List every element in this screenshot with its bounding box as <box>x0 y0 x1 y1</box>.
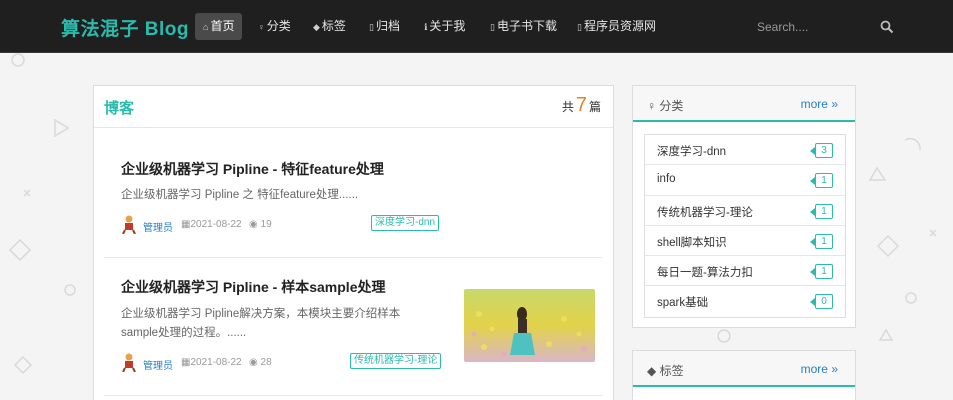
post-title[interactable]: 企业级机器学习 Pipline - 样本sample处理 <box>121 277 385 297</box>
eye-icon: ◉ <box>249 219 261 230</box>
double-chevron-right-icon: » <box>831 362 838 376</box>
category-more-link[interactable]: more » <box>801 97 838 111</box>
category-item[interactable]: info 1 <box>645 165 845 196</box>
category-widget: ♀ 分类 more » 深度学习-dnn 3 info 1 传统机器学习-理论 … <box>632 85 856 328</box>
post-date: ▦2021-08-22 <box>181 357 242 368</box>
avatar <box>122 353 136 372</box>
nav-item-about[interactable]: ℹ 关于我 <box>416 13 473 40</box>
archive-icon: ▯ <box>369 22 374 32</box>
tag-more-link[interactable]: more » <box>801 362 838 376</box>
category-widget-title: ♀ 分类 <box>647 99 684 113</box>
category-count-badge: 0 <box>810 294 833 310</box>
post-date: ▦2021-08-22 <box>181 219 242 230</box>
nav-item-resources[interactable]: ▯ 程序员资源网 <box>569 13 664 40</box>
search-input[interactable]: Search.... <box>757 20 808 34</box>
category-item[interactable]: 深度学习-dnn 3 <box>645 135 845 166</box>
post-views: ◉ 28 <box>249 357 272 368</box>
tag-widget-title: ◆ 标签 <box>647 364 684 378</box>
category-item[interactable]: shell脚本知识 1 <box>645 226 845 257</box>
blog-panel-title: 博客 <box>104 100 135 117</box>
bulb-icon: ♀ <box>258 22 265 32</box>
post-tag[interactable]: 传统机器学习-理论 <box>350 353 442 369</box>
post-tag[interactable]: 深度学习-dnn <box>371 215 440 231</box>
post-title[interactable]: 企业级机器学习 Pipline - 特征feature处理 <box>121 159 384 179</box>
tags-icon: ◆ <box>647 364 660 378</box>
nav-item-category[interactable]: ♀ 分类 <box>250 13 299 40</box>
avatar <box>122 215 136 234</box>
category-item[interactable]: spark基础 0 <box>645 286 845 316</box>
book-icon: ▯ <box>490 22 495 32</box>
bulb-icon: ♀ <box>647 99 660 113</box>
nav-item-ebook[interactable]: ▯ 电子书下载 <box>482 13 565 40</box>
nav-item-archive[interactable]: ▯ 归档 <box>361 13 408 40</box>
search-icon[interactable] <box>880 20 894 34</box>
category-count-badge: 1 <box>810 173 833 189</box>
double-chevron-right-icon: » <box>831 97 838 111</box>
post-views: ◉ 19 <box>249 219 272 230</box>
category-count-badge: 1 <box>810 264 833 280</box>
post-thumbnail[interactable] <box>464 289 595 362</box>
info-icon: ℹ <box>424 22 428 32</box>
post-excerpt: 企业级机器学习 Pipline解决方案，本模块主要介绍样本 sample处理的过… <box>121 308 401 339</box>
tag-widget-header: ◆ 标签 more » <box>633 351 855 387</box>
tag-icon: ◆ <box>313 22 320 32</box>
blog-panel-header: 博客 共7篇 <box>94 86 613 128</box>
nav-item-home[interactable]: ⌂ 首页 <box>195 13 243 40</box>
post-excerpt: 企业级机器学习 Pipline 之 特征feature处理...... <box>121 189 359 201</box>
eye-icon: ◉ <box>249 357 261 368</box>
post-author[interactable]: 管理员 <box>143 357 173 372</box>
tag-widget: ◆ 标签 more » <box>632 350 856 400</box>
nav-item-tags[interactable]: ◆ 标签 <box>305 13 354 40</box>
category-widget-header: ♀ 分类 more » <box>633 86 855 122</box>
category-count-badge: 1 <box>810 233 833 249</box>
post-divider <box>104 395 602 396</box>
top-navbar: 算法混子 Blog ⌂ 首页 ♀ 分类 ◆ 标签 ▯ 归档 ℹ 关于我 ▯ 电子书下载 ▯ 程… <box>0 0 953 53</box>
category-item[interactable]: 传统机器学习-理论 1 <box>645 196 845 226</box>
post-author[interactable]: 管理员 <box>143 219 173 234</box>
post-count: 共7篇 <box>561 94 601 116</box>
category-count-badge: 3 <box>810 143 833 158</box>
site-brand[interactable]: 算法混子 Blog <box>61 14 189 41</box>
home-icon: ⌂ <box>203 22 209 32</box>
blog-panel: 博客 共7篇 企业级机器学习 Pipline - 特征feature处理 企业级… <box>93 85 614 400</box>
category-count-badge: 1 <box>810 203 833 219</box>
link-icon: ▯ <box>577 22 582 32</box>
category-list: 深度学习-dnn 3 info 1 传统机器学习-理论 1 shell脚本知识 … <box>644 134 846 318</box>
category-item[interactable]: 每日一题-算法力扣 1 <box>645 256 845 287</box>
post-divider <box>104 257 602 258</box>
